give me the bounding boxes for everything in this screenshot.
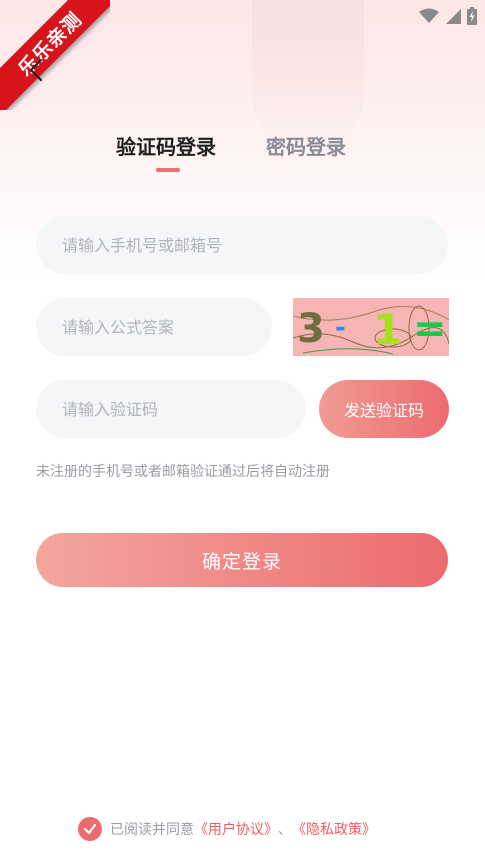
send-code-button[interactable]: 发送验证码 — [319, 380, 449, 438]
ribbon-text: 乐乐亲测 — [13, 7, 87, 81]
captcha-char-3: 1 — [373, 305, 402, 354]
phone-email-input[interactable] — [36, 216, 448, 274]
wifi-icon — [419, 8, 439, 23]
agreement-prefix: 已阅读并同意 — [110, 822, 194, 838]
login-tabs: 验证码登录 密码登录 — [0, 132, 485, 182]
captcha-image[interactable]: 3 - 1 = — [292, 298, 450, 356]
agreement-checkbox[interactable] — [78, 817, 102, 841]
check-icon — [83, 823, 97, 835]
tab-password-login[interactable]: 密码登录 — [266, 132, 346, 162]
back-arrow-icon[interactable] — [26, 58, 46, 82]
confirm-login-button[interactable]: 确定登录 — [36, 533, 448, 587]
formula-answer-input[interactable] — [36, 298, 272, 356]
corner-ribbon: 乐乐亲测 — [0, 0, 110, 110]
captcha-char-2: - — [335, 313, 346, 343]
tab-code-login[interactable]: 验证码登录 — [116, 132, 216, 162]
user-agreement-link[interactable]: 《用户协议》 — [194, 819, 278, 839]
battery-icon — [467, 7, 477, 25]
status-bar — [419, 6, 477, 26]
agreement-row: 已阅读并同意 《用户协议》 、 《隐私政策》 — [78, 816, 376, 842]
agreement-separator: 、 — [278, 822, 292, 838]
captcha-char-1: 3 — [297, 306, 325, 352]
auto-register-hint: 未注册的手机号或者邮箱验证通过后将自动注册 — [36, 464, 330, 480]
captcha-char-4: = — [413, 306, 447, 352]
signal-icon — [446, 9, 461, 24]
verification-code-input[interactable] — [36, 380, 306, 438]
tab-indicator — [156, 168, 180, 172]
header-decoration — [252, 0, 364, 150]
privacy-policy-link[interactable]: 《隐私政策》 — [292, 819, 376, 839]
